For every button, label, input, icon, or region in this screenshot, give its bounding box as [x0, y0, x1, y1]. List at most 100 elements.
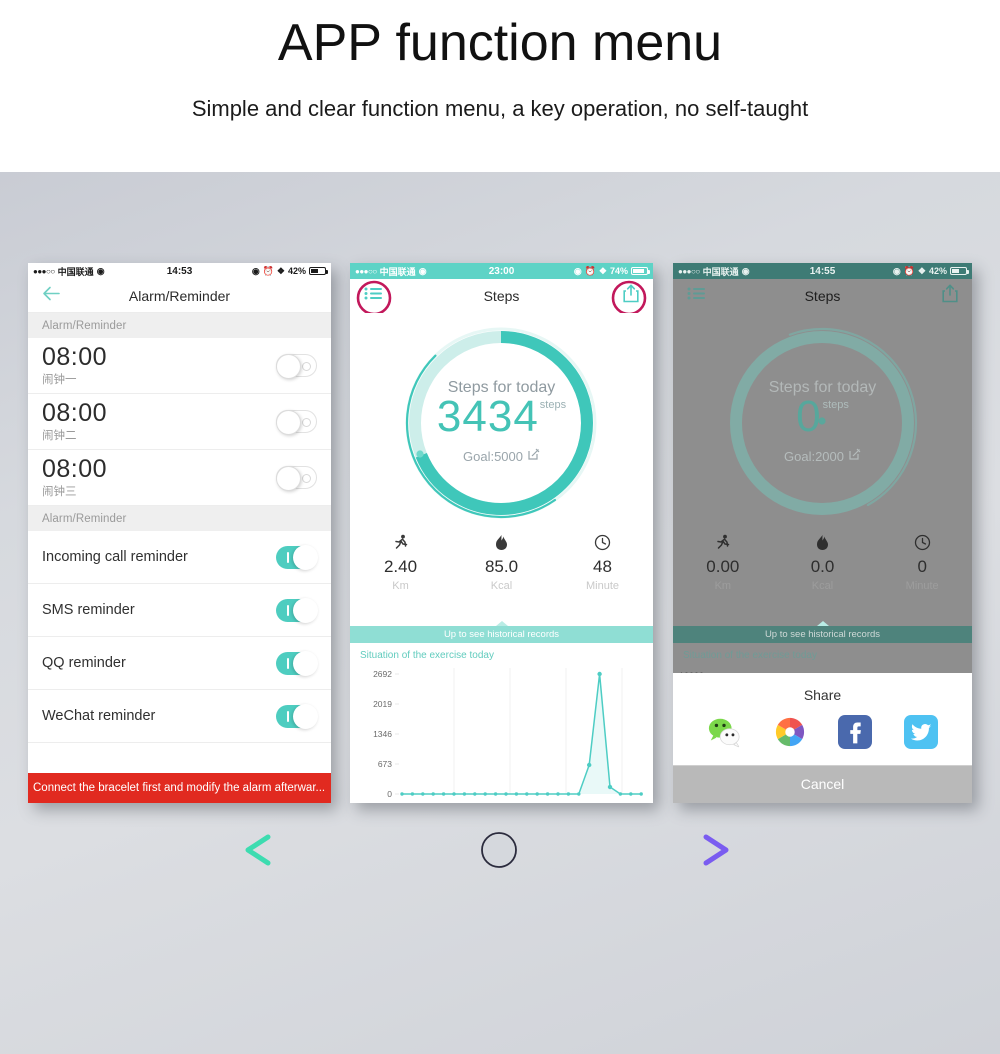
reminder-toggle[interactable] [276, 703, 318, 729]
flame-icon [773, 531, 873, 553]
stat-duration: 48 Minute [552, 531, 653, 592]
location-icon: ◉ [251, 265, 260, 276]
stat-unit: Minute [585, 580, 620, 592]
stat-value: 48 [593, 557, 612, 576]
pull-up-hint[interactable]: Up to see historical records [350, 626, 653, 643]
page-title: APP function menu [277, 14, 723, 72]
stats-row-phone2: 2.40 Km 85.0 Kcal 48 Minute [350, 531, 653, 592]
edit-pencil-icon[interactable] [849, 447, 861, 465]
stat-calories: 85.0 Kcal [451, 531, 552, 592]
alarm-row[interactable]: 08:00 闹钟二 [28, 394, 331, 450]
alarm-time: 08:00 [42, 342, 108, 371]
share-options [673, 709, 972, 765]
svg-text:1346: 1346 [373, 729, 392, 739]
steps-body-phone2: Steps for today 3434 steps Goal:5000 2.4… [350, 313, 653, 803]
stat-value: 0.0 [810, 557, 835, 576]
svg-text:3:00: 3:00 [420, 802, 435, 803]
phone-screen-steps-share: ●●●○○ 中国联通 ◉ 14:55 ◉ ⏰ ❖ 42% Steps Steps… [673, 263, 972, 803]
swipe-indicator[interactable] [0, 812, 1000, 932]
reminder-toggle[interactable] [276, 544, 318, 570]
share-option-twitter[interactable] [904, 715, 939, 749]
svg-text:673: 673 [378, 759, 392, 769]
alarm-toggle[interactable] [276, 354, 317, 379]
alarm-toggle[interactable] [276, 466, 317, 491]
stats-row-phone3: 0.0 0 Km 0.0 Kcal 0 Minute [673, 531, 972, 592]
reminder-toggle[interactable] [276, 650, 318, 676]
share-option-facebook[interactable] [838, 715, 873, 749]
nav-title: Steps [804, 288, 841, 304]
page-subtitle: Simple and clear function menu, a key op… [191, 95, 809, 121]
error-banner: Connect the bracelet first and modify th… [28, 773, 331, 803]
alarm-toggle[interactable] [276, 410, 317, 435]
stat-unit: Kcal [811, 580, 834, 592]
steps-line-chart: 2692 2019 1346 673 0 [373, 668, 652, 803]
reminder-row[interactable]: Incoming call reminder [28, 531, 331, 584]
stat-unit: Minute [905, 580, 939, 592]
goal-label: Goal:5000 [463, 448, 523, 464]
steps-unit: steps [539, 399, 567, 411]
alarm-time: 08:00 [42, 454, 108, 483]
nav-title: Steps [483, 288, 520, 304]
section-header-reminders: Alarm/Reminder [28, 506, 331, 531]
nav-title: Alarm/Reminder [128, 287, 231, 304]
pull-up-hint[interactable]: Up to see historical records [673, 626, 972, 643]
flame-icon [451, 531, 552, 553]
share-option-wechat-moments[interactable] [773, 715, 807, 749]
stat-calories: 0.0 Kcal [773, 531, 873, 592]
alarm-label: 闹钟一 [42, 374, 77, 387]
svg-text:21:00: 21:00 [606, 802, 625, 803]
alarm-label: 闹钟二 [42, 430, 77, 443]
svg-text:0: 0 [387, 789, 392, 799]
bluetooth-icon: ❖ [598, 265, 607, 276]
location-icon: ◉ [892, 265, 901, 276]
stat-duration: 0 Minute [872, 531, 972, 592]
svg-text:12:00: 12:00 [513, 802, 532, 803]
reminder-row[interactable]: QQ reminder [28, 637, 331, 690]
stat-unit: Km [714, 580, 732, 592]
alarm-time: 08:00 [42, 398, 108, 427]
status-bar-phone3: ●●●○○ 中国联通 ◉ 14:55 ◉ ⏰ ❖ 42% [673, 263, 972, 279]
alarm-clock-icon: ⏰ [584, 265, 596, 276]
battery-icon [631, 267, 650, 275]
stat-value: 2.40 [383, 557, 418, 576]
bluetooth-icon: ❖ [917, 265, 926, 276]
reminder-row[interactable]: WeChat reminder [28, 690, 331, 743]
svg-text:2692: 2692 [373, 669, 392, 679]
steps-ring-area: Steps for today 3434 steps Goal:5000 [350, 313, 653, 531]
stat-distance: 2.40 Km [350, 531, 451, 592]
svg-text:2019: 2019 [373, 699, 392, 709]
battery-percent: 42% [928, 266, 947, 276]
location-icon: ◉ [573, 265, 582, 276]
share-upload-icon[interactable] [942, 284, 958, 308]
clock-icon [552, 531, 653, 553]
alarm-row[interactable]: 08:00 闹钟三 [28, 450, 331, 506]
running-person-icon [350, 531, 451, 553]
cancel-button[interactable]: Cancel [673, 765, 972, 803]
steps-value: 0 [796, 392, 822, 441]
screenshot-stage: ●●●○○ 中国联通 ◉ 14:53 ◉ ⏰ ❖ 42% Alarm/Remin… [0, 172, 1000, 1054]
bluetooth-icon: ❖ [276, 265, 285, 276]
goal-label: Goal:2000 [784, 448, 844, 464]
share-sheet-title: Share [803, 687, 842, 703]
alarm-label: 闹钟三 [42, 486, 77, 499]
stat-unit: Km [392, 580, 409, 592]
svg-text:24:00: 24:00 [633, 802, 652, 803]
phone-screen-steps: ●●●○○ 中国联通 ◉ 23:00 ◉ ⏰ ❖ 74% Steps Steps… [350, 263, 653, 803]
share-option-wechat[interactable] [707, 715, 741, 749]
svg-text:15:00: 15:00 [544, 802, 563, 803]
back-arrow-icon[interactable] [42, 285, 60, 306]
stat-value: 0 [917, 557, 927, 576]
reminder-row[interactable]: SMS reminder [28, 584, 331, 637]
nav-bar-phone1: Alarm/Reminder [28, 279, 331, 313]
battery-percent: 42% [287, 266, 306, 276]
stat-unit: Kcal [490, 580, 513, 592]
edit-pencil-icon[interactable] [528, 447, 540, 465]
reminder-label: Incoming call reminder [42, 549, 188, 565]
status-bar-phone1: ●●●○○ 中国联通 ◉ 14:53 ◉ ⏰ ❖ 42% [28, 263, 331, 279]
list-menu-icon[interactable] [687, 287, 706, 306]
phone-screen-alarm-reminder: ●●●○○ 中国联通 ◉ 14:53 ◉ ⏰ ❖ 42% Alarm/Remin… [28, 263, 331, 803]
alarm-row[interactable]: 08:00 闹钟一 [28, 338, 331, 394]
steps-value: 3434 [436, 392, 539, 441]
reminder-toggle[interactable] [276, 597, 318, 623]
reminder-label: WeChat reminder [42, 708, 156, 724]
